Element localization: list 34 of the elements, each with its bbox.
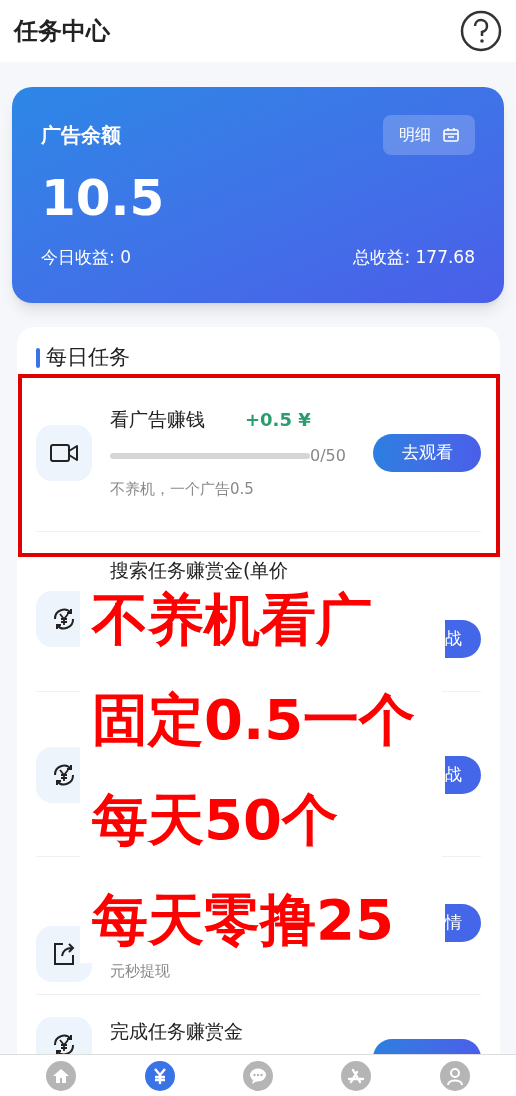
task-action-button[interactable]: 战: [445, 756, 481, 794]
app-store-icon[interactable]: [341, 1060, 372, 1091]
reward-amount: +0.5 ¥: [245, 407, 311, 432]
task-description: 元秒提现: [110, 960, 171, 982]
task-title: 完成任务赚赏金: [110, 1019, 243, 1044]
section-title: 每日任务: [46, 344, 130, 372]
balance-amount: 10.5: [41, 173, 166, 223]
task-action-button[interactable]: 情: [445, 904, 481, 942]
yen-exchange-icon: [51, 762, 77, 788]
help-icon[interactable]: [460, 10, 502, 52]
yen-icon[interactable]: [144, 1060, 175, 1091]
annotation-text: 每天零撸25: [92, 888, 395, 952]
chat-icon[interactable]: [242, 1060, 273, 1091]
today-earnings: 今日收益: 0: [41, 246, 131, 269]
profile-icon[interactable]: [439, 1060, 470, 1091]
task-action-button[interactable]: 战: [445, 620, 481, 658]
balance-label: 广告余额: [41, 122, 121, 149]
yen-exchange-icon: [51, 606, 77, 632]
calendar-icon: [443, 128, 459, 142]
share-icon: [51, 941, 77, 967]
task-description: 不养机，一个广告0.5: [110, 478, 255, 500]
annotation-text: 固定0.5一个: [92, 688, 417, 752]
yen-exchange-icon: [51, 1032, 77, 1054]
task-title: 搜索任务赚赏金(单价: [110, 558, 289, 583]
progress-count: 0/50: [310, 444, 346, 467]
home-icon[interactable]: [46, 1060, 77, 1091]
annotation-text: 每天50个: [92, 788, 339, 852]
details-button[interactable]: 明细: [383, 115, 475, 155]
total-earnings: 总收益: 177.68: [353, 246, 475, 269]
task-action-button[interactable]: 去观看: [373, 433, 481, 472]
task-title: 看广告赚钱: [110, 407, 205, 432]
page-title: 任务中心: [14, 16, 110, 47]
video-camera-icon: [50, 442, 78, 463]
annotation-text: 不养机看广: [92, 588, 373, 652]
